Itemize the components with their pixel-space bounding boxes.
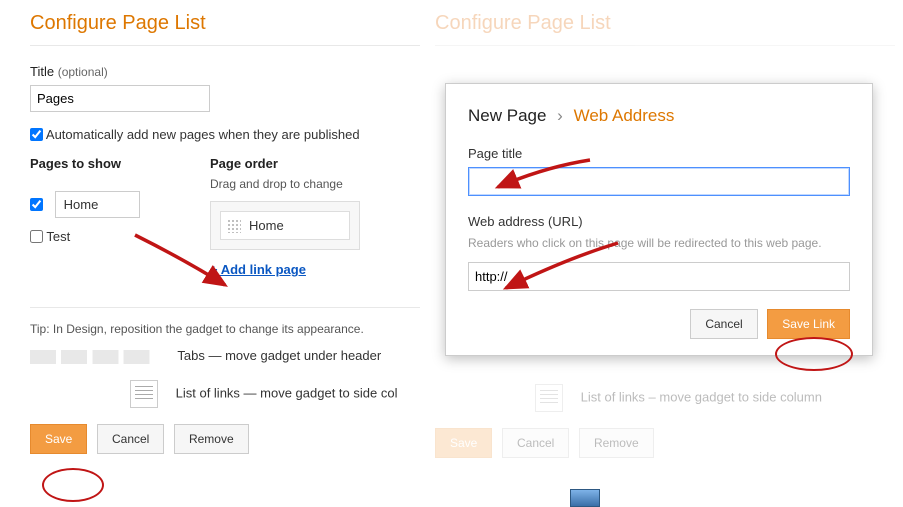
divider — [30, 45, 420, 46]
page-label-home: Home — [55, 191, 140, 218]
modal-button-row: Cancel Save Link — [468, 309, 850, 339]
page-label-test: Test — [46, 229, 70, 244]
pages-to-show-label: Pages to show — [30, 156, 180, 171]
page-order-col: Page order Drag and drop to change Home … — [210, 156, 420, 277]
page-checkbox-test[interactable] — [30, 230, 43, 243]
url-hint: Readers who click on this page will be r… — [468, 235, 850, 252]
title-label: Title (optional) — [30, 64, 420, 79]
breadcrumb: New Page › Web Address — [468, 106, 850, 126]
list-hint-text: List of links – move gadget to side colu… — [581, 389, 822, 404]
title-label-text: Title — [30, 64, 54, 79]
taskbar-thumbnail — [570, 489, 600, 507]
page-checkbox-home[interactable] — [30, 198, 43, 211]
save-button[interactable]: Save — [30, 424, 87, 454]
remove-button[interactable]: Remove — [174, 424, 249, 454]
title-input[interactable] — [30, 85, 210, 112]
page-title-group: Page title — [468, 146, 850, 196]
list-hint-text: List of links — move gadget to side col — [176, 385, 398, 400]
divider — [435, 45, 895, 46]
save-link-button[interactable]: Save Link — [767, 309, 850, 339]
auto-add-row: Automatically add new pages when they ar… — [30, 126, 420, 142]
annotation-ellipse — [42, 468, 104, 502]
drag-grip-icon — [227, 219, 241, 233]
order-row-home[interactable]: Home — [220, 211, 350, 240]
remove-button[interactable]: Remove — [579, 428, 654, 458]
page-order-box: Home — [210, 201, 360, 250]
list-layout-icon — [130, 380, 158, 408]
title-optional-text: (optional) — [58, 65, 108, 79]
page-order-hint: Drag and drop to change — [210, 177, 420, 191]
order-row-label: Home — [249, 218, 284, 233]
chevron-right-icon: › — [557, 106, 563, 125]
auto-add-checkbox[interactable] — [30, 128, 43, 141]
cancel-button[interactable]: Cancel — [690, 309, 757, 339]
page-item-home: Home — [30, 191, 180, 218]
save-button[interactable]: Save — [435, 428, 492, 458]
page-title-input[interactable] — [468, 167, 850, 196]
page-order-label: Page order — [210, 156, 420, 171]
breadcrumb-leaf: Web Address — [574, 106, 675, 125]
list-hint-row: List of links — move gadget to side col — [30, 380, 420, 408]
url-label: Web address (URL) — [468, 214, 850, 229]
tabs-layout-icon — [30, 350, 160, 364]
cancel-button[interactable]: Cancel — [502, 428, 569, 458]
breadcrumb-root[interactable]: New Page — [468, 106, 546, 125]
add-link-page-link[interactable]: + Add link page — [210, 262, 306, 277]
auto-add-label: Automatically add new pages when they ar… — [46, 127, 360, 142]
new-page-modal: New Page › Web Address Page title Web ad… — [445, 83, 873, 356]
url-group: Web address (URL) Readers who click on t… — [468, 214, 850, 291]
url-input[interactable] — [468, 262, 850, 291]
list-hint-row: List of links – move gadget to side colu… — [435, 384, 895, 412]
cancel-button[interactable]: Cancel — [97, 424, 164, 454]
divider — [30, 307, 420, 308]
panel-heading: Configure Page List — [435, 12, 895, 45]
page-item-test: Test — [30, 228, 180, 244]
tip-text: Tip: In Design, reposition the gadget to… — [30, 322, 420, 336]
list-layout-icon — [535, 384, 563, 412]
tabs-hint-row: Tabs — move gadget under header — [30, 348, 420, 364]
configure-panel-left: Configure Page List Title (optional) Aut… — [0, 0, 420, 454]
pages-to-show-col: Pages to show Home Test — [30, 156, 180, 277]
panel-heading: Configure Page List — [30, 12, 420, 45]
tabs-hint-text: Tabs — move gadget under header — [177, 348, 381, 363]
button-row: Save Cancel Remove — [435, 428, 895, 458]
button-row: Save Cancel Remove — [30, 424, 420, 454]
page-title-label: Page title — [468, 146, 850, 161]
columns: Pages to show Home Test Page order Drag … — [30, 156, 420, 277]
